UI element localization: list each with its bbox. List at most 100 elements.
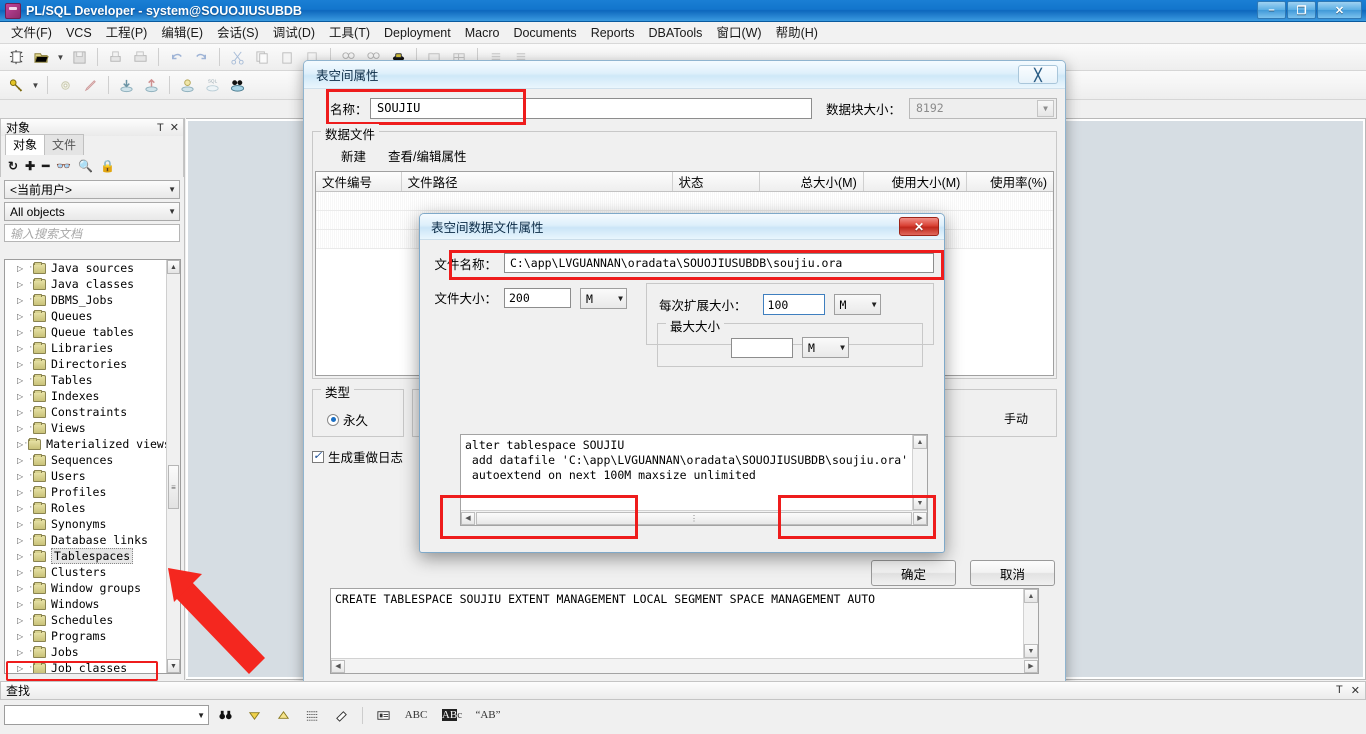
cancel-button[interactable]: 取消 [970, 560, 1055, 586]
expand-arrow-icon[interactable]: ▷ [17, 536, 28, 545]
col-file-id[interactable]: 文件编号 [316, 172, 402, 191]
scroll-down-icon[interactable]: ▼ [1024, 644, 1038, 658]
tree-item-tablespaces[interactable]: ▷··Tablespaces [5, 548, 166, 564]
expand-arrow-icon[interactable]: ▷ [17, 344, 28, 353]
col-file-path[interactable]: 文件路径 [402, 172, 673, 191]
tree-item-window-groups[interactable]: ▷··Window groups [5, 580, 166, 596]
tree-item-materialized-views[interactable]: ▷··Materialized views [5, 436, 171, 452]
extend-input[interactable]: 100 [762, 294, 825, 315]
tree-item-queues[interactable]: ▷··Queues [5, 308, 166, 324]
restore-button[interactable]: ❐ [1287, 1, 1316, 19]
expand-arrow-icon[interactable]: ▷ [17, 472, 28, 481]
open-dropdown-arrow-icon[interactable]: ▼ [55, 47, 66, 67]
tree-item-database-links[interactable]: ▷··Database links [5, 532, 166, 548]
edit-datafile-link[interactable]: 查看/编辑属性 [388, 146, 466, 165]
tree-item-synonyms[interactable]: ▷··Synonyms [5, 516, 166, 532]
tree-item-sequences[interactable]: ▷··Sequences [5, 452, 166, 468]
menu-reports[interactable]: Reports [584, 23, 642, 43]
scroll-up-icon[interactable]: ▲ [913, 435, 927, 449]
user-filter-dropdown[interactable]: <当前用户> ▼ [4, 180, 180, 199]
sql-vertical-scrollbar[interactable]: ▲ ▼ [1023, 589, 1038, 658]
expand-arrow-icon[interactable]: ▷ [17, 648, 28, 657]
expand-arrow-icon[interactable]: ▷ [17, 520, 28, 529]
tablespace-dialog-close-button[interactable]: ╳ [1018, 65, 1058, 84]
menu-session[interactable]: 会话(S) [210, 23, 266, 43]
sql-horizontal-scrollbar[interactable]: ◀ ⋮ ▶ [461, 510, 927, 525]
menu-tools[interactable]: 工具(T) [322, 23, 377, 43]
key-icon[interactable] [5, 75, 28, 96]
scroll-left-icon[interactable]: ◀ [461, 511, 475, 525]
plus-icon[interactable]: ✚ [25, 159, 35, 173]
tree-item-schedules[interactable]: ▷··Schedules [5, 612, 166, 628]
type-permanent-radio[interactable]: 永久 [327, 410, 368, 429]
scroll-left-icon[interactable]: ◀ [331, 659, 345, 673]
tablespace-sql-preview[interactable]: CREATE TABLESPACE SOUJIU EXTENT MANAGEME… [330, 588, 1039, 674]
menu-deployment[interactable]: Deployment [377, 23, 458, 43]
tree-item-roles[interactable]: ▷··Roles [5, 500, 166, 516]
close-icon[interactable]: ✕ [170, 121, 179, 134]
minimize-button[interactable]: – [1257, 1, 1286, 19]
scroll-down-icon[interactable]: ▼ [913, 496, 927, 510]
object-filter-dropdown[interactable]: All objects ▼ [4, 202, 180, 221]
col-total-size[interactable]: 总大小(M) [760, 172, 864, 191]
new-window-icon[interactable] [5, 47, 28, 68]
tree-item-programs[interactable]: ▷··Programs [5, 628, 166, 644]
tab-files[interactable]: 文件 [44, 134, 85, 155]
tab-objects[interactable]: 对象 [5, 134, 46, 155]
filter-icon[interactable]: 🔍 [78, 159, 93, 173]
chevron-down-icon[interactable]: ▼ [197, 711, 205, 720]
table-row[interactable] [316, 192, 1053, 211]
expand-arrow-icon[interactable]: ▷ [17, 552, 28, 561]
expand-arrow-icon[interactable]: ▷ [17, 584, 28, 593]
find-input[interactable]: ▼ [4, 705, 209, 725]
sql-vertical-scrollbar[interactable]: ▲ ▼ [912, 435, 927, 510]
binoculars-icon[interactable] [213, 704, 238, 726]
tree-item-tables[interactable]: ▷··Tables [5, 372, 166, 388]
menu-debug[interactable]: 调试(D) [266, 23, 322, 43]
datafile-dialog-close-button[interactable]: ✕ [899, 217, 939, 236]
new-datafile-link[interactable]: 新建 [341, 146, 366, 165]
scroll-right-icon[interactable]: ▶ [1024, 659, 1038, 673]
extend-unit-dropdown[interactable]: M ▼ [833, 294, 881, 315]
minus-icon[interactable]: ━ [42, 159, 49, 173]
menu-vcs[interactable]: VCS [59, 23, 99, 43]
lock-icon[interactable]: 🔒 [100, 159, 115, 173]
abc-replace-icon[interactable]: AB c [436, 704, 468, 726]
tree-item-profiles[interactable]: ▷··Profiles [5, 484, 166, 500]
tree-item-views[interactable]: ▷··Views [5, 420, 166, 436]
menu-help[interactable]: 帮助(H) [769, 23, 825, 43]
expand-arrow-icon[interactable]: ▷ [17, 376, 28, 385]
menu-file[interactable]: 文件(F) [4, 23, 59, 43]
tree-item-java-classes[interactable]: ▷··Java classes [5, 276, 166, 292]
close-icon[interactable]: ✕ [1351, 684, 1360, 697]
scroll-right-icon[interactable]: ▶ [913, 511, 927, 525]
menu-window[interactable]: 窗口(W) [709, 23, 768, 43]
expand-arrow-icon[interactable]: ▷ [17, 424, 28, 433]
tablespace-name-input[interactable]: SOUJIU [370, 97, 812, 119]
scroll-up-icon[interactable]: ▲ [1024, 589, 1038, 603]
menu-edit[interactable]: 编辑(E) [154, 23, 210, 43]
down-triangle-icon[interactable] [242, 704, 267, 726]
expand-arrow-icon[interactable]: ▷ [17, 632, 28, 641]
datafile-sql-preview[interactable]: alter tablespace SOUJIU add datafile 'C:… [460, 434, 928, 526]
tree-item-clusters[interactable]: ▷··Clusters [5, 564, 166, 580]
open-folder-icon[interactable] [30, 47, 53, 68]
refresh-icon[interactable]: ↻ [8, 159, 18, 173]
tree-item-queue-tables[interactable]: ▷··Queue tables [5, 324, 166, 340]
db-browse-icon[interactable] [226, 75, 249, 96]
expand-arrow-icon[interactable]: ▷ [17, 280, 28, 289]
menu-project[interactable]: 工程(P) [99, 23, 155, 43]
tree-item-indexes[interactable]: ▷··Indexes [5, 388, 166, 404]
tree-item-users[interactable]: ▷··Users [5, 468, 166, 484]
scroll-up-icon[interactable]: ▲ [167, 260, 180, 274]
expand-arrow-icon[interactable]: ▷ [17, 504, 28, 513]
key-dropdown-arrow-icon[interactable]: ▼ [30, 75, 41, 95]
expand-arrow-icon[interactable]: ▷ [17, 296, 28, 305]
expand-arrow-icon[interactable]: ▷ [17, 312, 28, 321]
tree-item-directories[interactable]: ▷··Directories [5, 356, 166, 372]
tree-scrollbar[interactable]: ▲ ≡ ▼ [166, 260, 180, 673]
blocksize-dropdown[interactable]: 8192 ▼ [909, 97, 1057, 119]
tree-item-windows[interactable]: ▷··Windows [5, 596, 166, 612]
maxsize-input[interactable] [731, 337, 793, 358]
expand-arrow-icon[interactable]: ▷ [17, 600, 28, 609]
